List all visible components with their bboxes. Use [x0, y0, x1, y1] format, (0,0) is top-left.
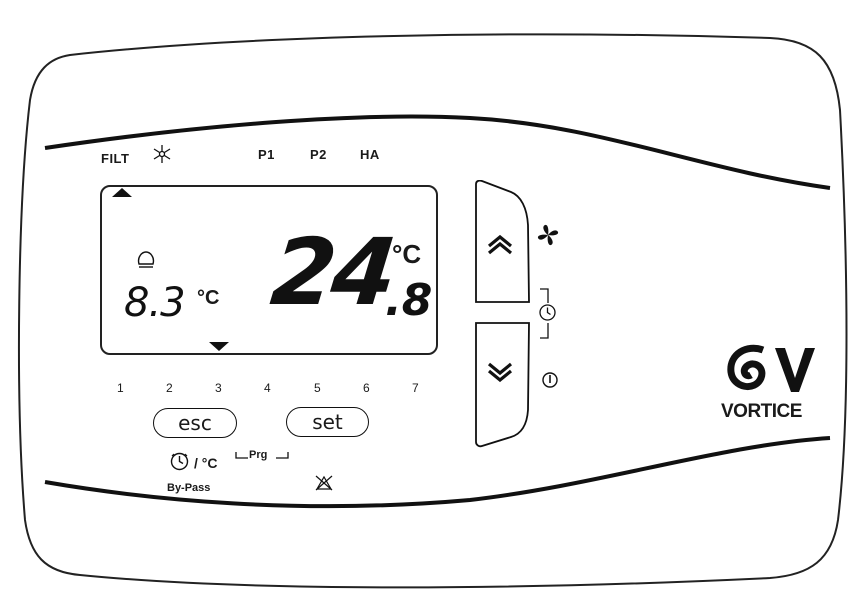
digit-label: 5	[314, 381, 321, 395]
digit-label: 1	[117, 381, 124, 395]
p2-label: P2	[310, 147, 327, 162]
main-temperature-decimal: .8	[385, 275, 433, 326]
down-button[interactable]	[473, 320, 533, 455]
p1-label: P1	[258, 147, 275, 162]
down-arrow-indicator-icon	[209, 342, 229, 351]
bypass-label: By-Pass	[167, 482, 211, 494]
esc-button[interactable]: esc	[153, 408, 237, 438]
set-button[interactable]: set	[286, 407, 369, 437]
digit-label: 2	[166, 381, 173, 395]
filter-label: FILT	[101, 151, 130, 166]
timer-unit-label: / °C	[194, 455, 218, 471]
main-temperature: 24	[266, 219, 398, 326]
brand-name: VORTICE	[721, 401, 802, 422]
prg-label: Prg	[249, 449, 268, 461]
up-button[interactable]	[473, 179, 533, 311]
fan-icon	[536, 223, 560, 252]
digit-label: 7	[412, 381, 419, 395]
secondary-temperature: 8.3	[124, 280, 186, 326]
clock-icon	[170, 452, 189, 476]
up-arrow-indicator-icon	[112, 188, 132, 197]
snowflake-icon	[152, 144, 172, 169]
lcd-display: 8.3 °C 24 .8 °C	[100, 185, 438, 355]
clock-icon	[538, 303, 557, 327]
alarm-off-icon	[314, 474, 334, 497]
digit-label: 3	[215, 381, 222, 395]
digit-label: 6	[363, 381, 370, 395]
bulb-icon	[137, 251, 155, 268]
ha-label: HA	[360, 147, 380, 162]
digit-label: 4	[264, 381, 271, 395]
secondary-unit: °C	[197, 287, 220, 309]
power-icon	[541, 371, 559, 394]
main-unit: °C	[392, 239, 422, 269]
vortice-logo-icon	[725, 342, 817, 403]
